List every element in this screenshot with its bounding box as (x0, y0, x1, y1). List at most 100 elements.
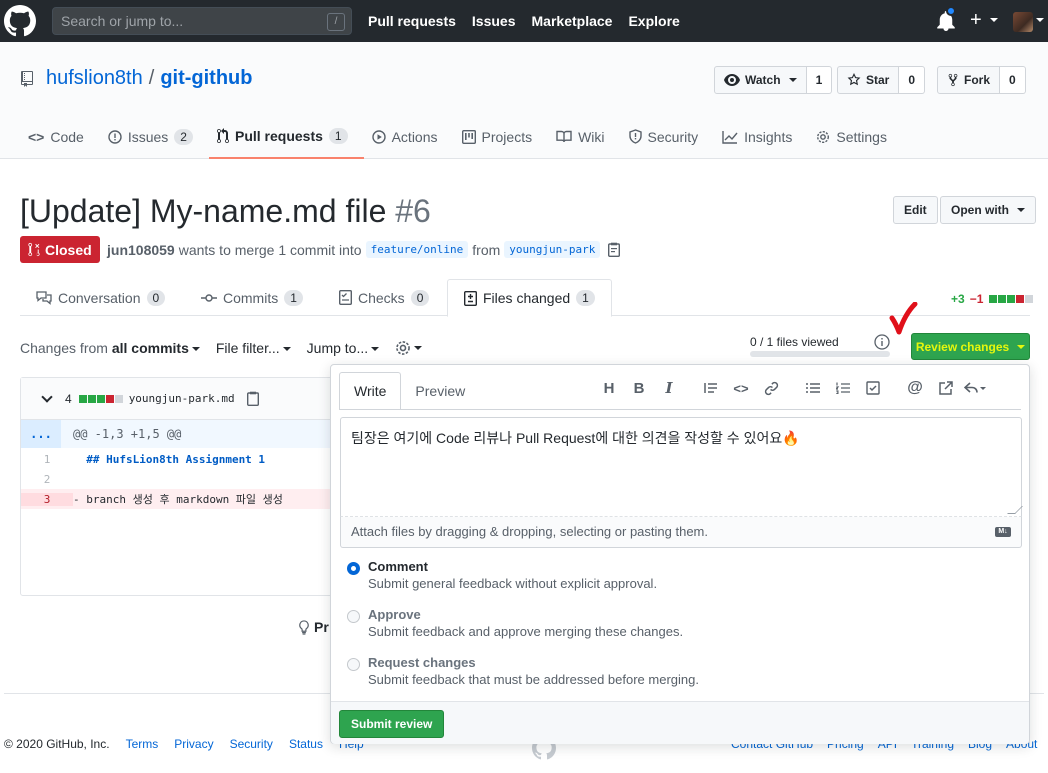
attach-files-area[interactable]: Attach files by dragging & dropping, sel… (340, 517, 1022, 548)
markdown-icon[interactable]: M↓ (995, 527, 1011, 537)
tab-files-changed[interactable]: Files changed 1 (447, 279, 612, 317)
jump-to-dropdown[interactable]: Jump to... (307, 340, 380, 356)
watch-count[interactable]: 1 (806, 66, 833, 94)
footer-link-terms[interactable]: Terms (126, 737, 159, 751)
create-new-plus-icon[interactable]: + (970, 9, 982, 32)
tab-security[interactable]: Security (621, 114, 715, 159)
saved-replies-button[interactable] (960, 378, 990, 398)
mention-button[interactable]: @ (900, 378, 930, 398)
head-branch[interactable]: youngjun-park (504, 241, 601, 258)
code-button[interactable]: <> (726, 378, 756, 398)
open-with-button[interactable]: Open with (940, 196, 1036, 224)
tab-label: Projects (481, 128, 533, 145)
review-option-request-changes[interactable]: Request changes Submit feedback that mus… (347, 655, 699, 687)
footer-link-status[interactable]: Status (289, 737, 323, 751)
resize-handle-icon[interactable] (1007, 506, 1023, 514)
checklist-icon (339, 290, 352, 305)
tab-checks[interactable]: Checks 0 (339, 279, 430, 316)
expand-hunk-button[interactable]: ... (21, 420, 61, 448)
quote-icon (704, 383, 717, 393)
pull-request-icon (216, 127, 229, 143)
line-number[interactable]: 2 (21, 473, 73, 486)
tab-insights[interactable]: Insights (714, 114, 808, 159)
tab-commits[interactable]: Commits 1 (201, 279, 303, 316)
pr-author-link[interactable]: jun108059 (107, 242, 175, 258)
option-title: Approve (368, 607, 421, 622)
nav-marketplace[interactable]: Marketplace (532, 13, 613, 29)
nav-issues[interactable]: Issues (472, 13, 516, 29)
chevron-down-icon (1017, 344, 1026, 349)
github-logo-icon[interactable] (4, 5, 36, 37)
list-unordered-icon (806, 383, 820, 393)
files-viewed-label: 0 / 1 files viewed (750, 335, 839, 349)
base-branch[interactable]: feature/online (365, 241, 469, 258)
cross-reference-button[interactable] (930, 378, 960, 398)
play-icon (371, 129, 386, 144)
repo-name-link[interactable]: git-github (160, 67, 252, 90)
tab-write[interactable]: Write (339, 372, 402, 410)
tab-settings[interactable]: Settings (808, 114, 903, 159)
italic-button[interactable]: I (654, 378, 684, 398)
tab-conversation[interactable]: Conversation 0 (36, 279, 166, 316)
search-input[interactable]: Search or jump to... / (52, 7, 352, 35)
tab-pull-requests[interactable]: Pull requests 1 (208, 114, 364, 159)
star-button[interactable]: Star (837, 66, 900, 94)
request-changes-radio[interactable] (347, 658, 360, 671)
edit-title-button[interactable]: Edit (893, 196, 938, 224)
tab-label: Pull requests (234, 127, 323, 144)
tab-wiki[interactable]: Wiki (548, 114, 620, 159)
line-number[interactable]: 1 (21, 453, 73, 466)
user-avatar[interactable] (1013, 12, 1033, 32)
project-icon (461, 129, 476, 144)
task-list-button[interactable] (858, 378, 888, 398)
quote-button[interactable] (696, 378, 726, 398)
tab-projects[interactable]: Projects (454, 114, 549, 159)
review-changes-button[interactable]: Review changes (911, 333, 1030, 360)
footer-link-security[interactable]: Security (230, 737, 273, 751)
review-body-textarea[interactable]: 팀장은 여기에 Code 리뷰나 Pull Request에 대한 의견을 작성… (340, 417, 1023, 517)
review-option-approve[interactable]: Approve Submit feedback and approve merg… (347, 607, 683, 639)
ordered-list-button[interactable] (828, 378, 858, 398)
collapse-chevron-icon[interactable] (41, 390, 53, 403)
link-button[interactable] (756, 378, 786, 398)
commit-icon (201, 293, 217, 302)
info-icon[interactable] (874, 334, 890, 350)
tab-code[interactable]: <> Code (20, 114, 100, 159)
approve-radio[interactable] (347, 610, 360, 623)
pr-title: [Update] My-name.md file #6 (20, 193, 431, 230)
clipboard-icon[interactable] (608, 242, 621, 257)
tab-issues[interactable]: Issues 2 (100, 114, 209, 159)
footer-left: © 2020 GitHub, Inc. Terms Privacy Securi… (4, 737, 364, 751)
fork-button[interactable]: Fork (937, 66, 1001, 94)
tab-preview[interactable]: Preview (401, 372, 479, 410)
fork-count[interactable]: 0 (1000, 66, 1026, 94)
unordered-list-button[interactable] (798, 378, 828, 398)
file-filter-dropdown[interactable]: File filter... (216, 340, 291, 356)
light-bulb-icon (299, 619, 309, 635)
diff-settings-dropdown[interactable] (395, 339, 423, 356)
tab-label: Wiki (578, 128, 605, 145)
clipboard-icon[interactable] (246, 391, 259, 406)
tab-counter: 1 (576, 290, 595, 306)
nav-explore[interactable]: Explore (628, 13, 679, 29)
watch-button[interactable]: Watch (714, 66, 807, 94)
heading-button[interactable]: H (594, 378, 624, 398)
star-label: Star (866, 73, 890, 87)
diff-line-deleted: 3 - branch 생성 후 markdown 파일 생성 (21, 489, 349, 509)
line-number[interactable]: 3 (21, 492, 73, 506)
review-option-comment[interactable]: Comment Submit general feedback without … (347, 559, 657, 591)
nav-pull-requests[interactable]: Pull requests (368, 13, 456, 29)
tab-actions[interactable]: Actions (364, 114, 454, 159)
chevron-down-icon (1036, 18, 1044, 22)
search-placeholder: Search or jump to... (61, 13, 184, 29)
star-count[interactable]: 0 (899, 66, 926, 94)
submit-review-button[interactable]: Submit review (339, 710, 445, 738)
tab-label: Issues (127, 128, 169, 145)
bold-button[interactable]: B (624, 378, 654, 398)
file-name[interactable]: youngjun-park.md (129, 392, 235, 405)
comment-radio[interactable] (347, 562, 360, 575)
changes-from-dropdown[interactable]: Changes from all commits (20, 340, 200, 356)
footer-link-privacy[interactable]: Privacy (174, 737, 213, 751)
italic-icon: I (665, 379, 673, 397)
repo-owner-link[interactable]: hufslion8th (46, 67, 143, 90)
